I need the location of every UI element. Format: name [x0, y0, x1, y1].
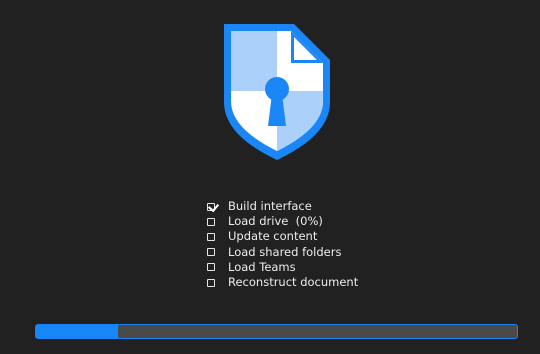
checkbox-empty-icon: [207, 232, 215, 241]
progress-bar: [35, 324, 518, 339]
step-label: Load drive (0%): [228, 214, 323, 229]
step-label: Load Teams: [228, 259, 296, 274]
loading-steps-list: Build interface Load drive (0%) Update c…: [207, 199, 358, 290]
logo: [220, 20, 334, 162]
loading-screen: Build interface Load drive (0%) Update c…: [0, 0, 540, 354]
checkbox-empty-icon: [207, 263, 215, 272]
step-label: Build interface: [228, 199, 312, 214]
step-load-teams: Load Teams: [207, 260, 358, 275]
step-load-shared-folders: Load shared folders: [207, 245, 358, 260]
checkbox-checked-icon: [207, 202, 215, 211]
step-label: Reconstruct document: [228, 275, 359, 290]
step-build-interface: Build interface: [207, 199, 358, 214]
step-reconstruct-document: Reconstruct document: [207, 275, 358, 290]
checkbox-empty-icon: [207, 278, 215, 287]
checkbox-empty-icon: [207, 248, 215, 257]
step-label: Load shared folders: [228, 244, 342, 259]
checkbox-empty-icon: [207, 217, 215, 226]
step-load-drive: Load drive (0%): [207, 214, 358, 229]
step-label: Update content: [228, 229, 318, 244]
shield-keyhole-icon: [224, 24, 330, 160]
progress-bar-fill: [36, 325, 118, 338]
step-update-content: Update content: [207, 229, 358, 244]
